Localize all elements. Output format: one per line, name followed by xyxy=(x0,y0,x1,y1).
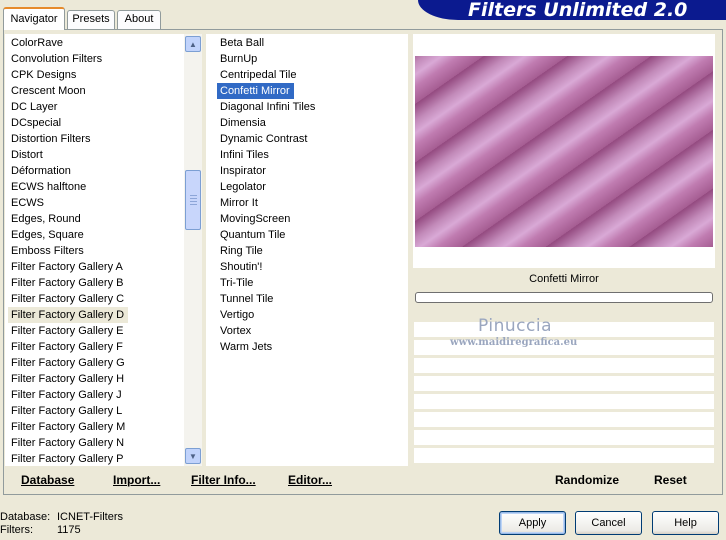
category-item[interactable]: Convolution Filters xyxy=(8,51,102,67)
filter-item[interactable]: Mirror It xyxy=(217,195,258,211)
cancel-button[interactable]: Cancel xyxy=(575,511,642,535)
chevron-down-icon: ▼ xyxy=(189,451,197,461)
filter-item[interactable]: BurnUp xyxy=(217,51,257,67)
reset-button[interactable]: Reset xyxy=(654,473,687,487)
parameter-row xyxy=(414,411,714,427)
category-item[interactable]: Filter Factory Gallery J xyxy=(8,387,122,403)
parameter-row xyxy=(414,393,714,409)
progress-bar xyxy=(415,292,713,303)
filter-item[interactable]: Confetti Mirror xyxy=(217,83,294,99)
category-item[interactable]: ECWS halftone xyxy=(8,179,86,195)
tab-navigator-label: Navigator xyxy=(10,13,58,25)
filter-item[interactable]: Dynamic Contrast xyxy=(217,131,307,147)
category-item[interactable]: Filter Factory Gallery C xyxy=(8,291,124,307)
filter-item[interactable]: Vertigo xyxy=(217,307,254,323)
category-item[interactable]: Filter Factory Gallery D xyxy=(8,307,129,323)
tab-about-label: About xyxy=(124,13,154,25)
parameter-row xyxy=(414,375,714,391)
parameter-row xyxy=(414,321,714,337)
category-item[interactable]: Filter Factory Gallery A xyxy=(8,259,123,275)
filter-item[interactable]: Tunnel Tile xyxy=(217,291,273,307)
category-item[interactable]: Edges, Round xyxy=(8,211,81,227)
filter-item[interactable]: Inspirator xyxy=(217,163,266,179)
category-item[interactable]: DCspecial xyxy=(8,115,61,131)
chevron-up-icon: ▲ xyxy=(189,39,197,49)
filter-item[interactable]: Legolator xyxy=(217,179,266,195)
filter-item[interactable]: Infini Tiles xyxy=(217,147,269,163)
category-item[interactable]: Déformation xyxy=(8,163,71,179)
filters-count-value: 1175 xyxy=(57,524,81,536)
category-item[interactable]: Filter Factory Gallery L xyxy=(8,403,122,419)
category-item[interactable]: Filter Factory Gallery F xyxy=(8,339,123,355)
filter-info-button[interactable]: Filter Info... xyxy=(191,473,256,487)
category-item[interactable]: Filter Factory Gallery P xyxy=(8,451,123,466)
filter-item[interactable]: Ring Tile xyxy=(217,243,263,259)
category-item[interactable]: Distort xyxy=(8,147,43,163)
app-title-banner: Filters Unlimited 2.0 xyxy=(418,0,726,20)
category-item[interactable]: ECWS xyxy=(8,195,44,211)
cancel-label: Cancel xyxy=(591,517,626,529)
filter-item[interactable]: Quantum Tile xyxy=(217,227,285,243)
current-filter-name: Confetti Mirror xyxy=(529,273,599,285)
category-item[interactable]: Crescent Moon xyxy=(8,83,86,99)
filter-item[interactable]: Dimensia xyxy=(217,115,266,131)
filter-item[interactable]: Diagonal Infini Tiles xyxy=(217,99,315,115)
category-item[interactable]: DC Layer xyxy=(8,99,57,115)
database-status-value: ICNET-Filters xyxy=(57,511,123,523)
filter-item[interactable]: Warm Jets xyxy=(217,339,272,355)
category-item[interactable]: Distortion Filters xyxy=(8,131,90,147)
filter-item[interactable]: Vortex xyxy=(217,323,251,339)
parameter-row xyxy=(414,429,714,445)
filter-item[interactable]: MovingScreen xyxy=(217,211,290,227)
scroll-down-button[interactable]: ▼ xyxy=(185,448,201,464)
filter-item[interactable]: Centripedal Tile xyxy=(217,67,296,83)
database-status-label: Database: xyxy=(0,511,51,523)
category-item[interactable]: Emboss Filters xyxy=(8,243,84,259)
filter-item[interactable]: Tri-Tile xyxy=(217,275,253,291)
category-item[interactable]: Filter Factory Gallery H xyxy=(8,371,124,387)
filters-count-label: Filters: xyxy=(0,524,33,536)
parameter-row xyxy=(414,447,714,463)
scroll-thumb[interactable] xyxy=(185,170,201,230)
database-button[interactable]: Database xyxy=(21,473,74,487)
apply-button[interactable]: Apply xyxy=(499,511,566,535)
import-button[interactable]: Import... xyxy=(113,473,160,487)
category-item[interactable]: CPK Designs xyxy=(8,67,76,83)
tab-about[interactable]: About xyxy=(117,10,161,29)
parameter-row xyxy=(414,357,714,373)
category-item[interactable]: Filter Factory Gallery M xyxy=(8,419,125,435)
scroll-up-button[interactable]: ▲ xyxy=(185,36,201,52)
preview-image xyxy=(415,56,713,247)
category-item[interactable]: Filter Factory Gallery B xyxy=(8,275,123,291)
category-scrollbar[interactable]: ▲ ▼ xyxy=(184,34,202,466)
tab-presets-label: Presets xyxy=(72,13,110,25)
category-item[interactable]: Filter Factory Gallery E xyxy=(8,323,123,339)
apply-label: Apply xyxy=(518,517,547,529)
category-item[interactable]: Filter Factory Gallery N xyxy=(8,435,124,451)
help-label: Help xyxy=(674,517,697,529)
filter-list[interactable]: Beta Ball BurnUp Centripedal Tile Confetti … xyxy=(206,34,408,466)
filter-item[interactable]: Beta Ball xyxy=(217,35,264,51)
randomize-button[interactable]: Randomize xyxy=(555,473,619,487)
help-button[interactable]: Help xyxy=(652,511,719,535)
tab-presets[interactable]: Presets xyxy=(67,10,115,29)
category-item[interactable]: Edges, Square xyxy=(8,227,84,243)
category-list[interactable]: ColorRave Convolution Filters CPK Designs C… xyxy=(5,34,184,466)
app-title: Filters Unlimited 2.0 xyxy=(468,0,688,21)
editor-button[interactable]: Editor... xyxy=(288,473,332,487)
tab-navigator[interactable]: Navigator xyxy=(3,7,65,30)
watermark-title: Pinuccia xyxy=(478,316,552,336)
category-item[interactable]: Filter Factory Gallery G xyxy=(8,355,125,371)
watermark-url: www.maidiregrafica.eu xyxy=(450,337,578,348)
category-item[interactable]: ColorRave xyxy=(8,35,63,51)
filter-item[interactable]: Shoutin'! xyxy=(217,259,262,275)
